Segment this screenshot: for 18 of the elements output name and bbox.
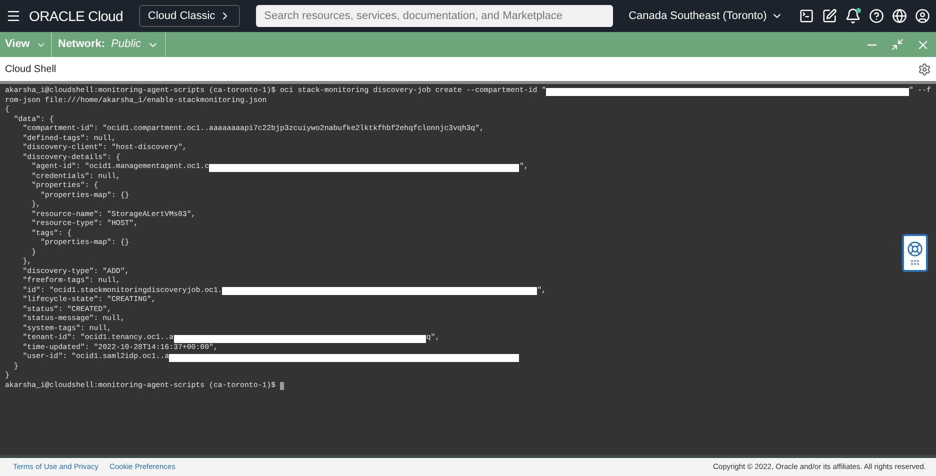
terminal-icon[interactable] xyxy=(798,8,814,24)
logo[interactable]: ORACLE Cloud xyxy=(29,6,123,26)
lifebuoy-icon xyxy=(907,241,923,257)
search-field[interactable]: Search resources, services, documentation, and Marketplace xyxy=(256,5,613,27)
notification-icon[interactable] xyxy=(844,8,861,24)
grid-icon xyxy=(911,260,919,265)
help-button[interactable] xyxy=(902,234,928,272)
help-icon[interactable] xyxy=(868,8,884,24)
edit-icon[interactable] xyxy=(822,8,837,24)
settings-icon[interactable] xyxy=(918,62,931,76)
cursor xyxy=(280,382,284,390)
panel-title: Cloud Shell xyxy=(5,62,56,76)
globe-icon[interactable] xyxy=(892,8,907,24)
restore-icon[interactable] xyxy=(891,38,904,51)
cloud-classic-button[interactable]: Cloud Classic xyxy=(138,5,240,27)
user-icon[interactable] xyxy=(914,8,930,24)
menu-icon[interactable] xyxy=(6,8,22,24)
region-selector[interactable]: Canada Southeast (Toronto) xyxy=(628,8,783,24)
